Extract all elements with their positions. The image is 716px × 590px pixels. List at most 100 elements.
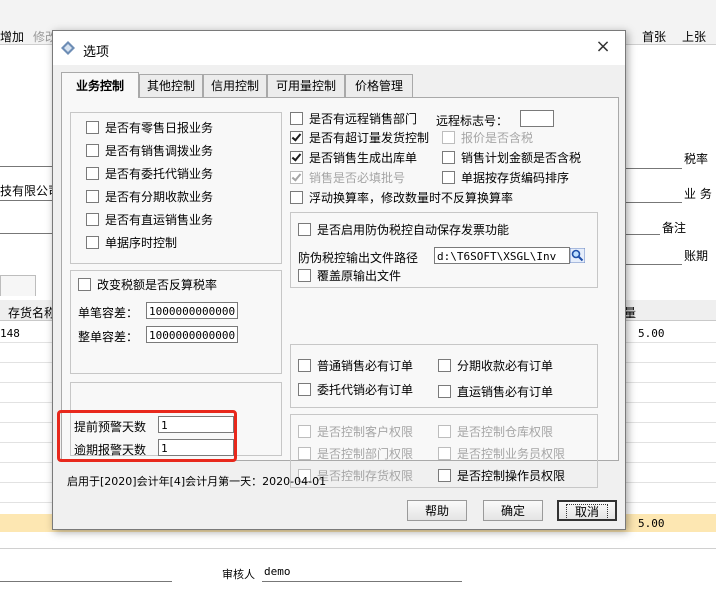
grid-row1-qty: 5.00	[638, 327, 665, 340]
toolbar-first[interactable]: 首张	[642, 28, 666, 45]
sort-by-code-checkbox[interactable]: 单据按存货编码排序	[442, 171, 569, 185]
remark-label: 备注	[662, 221, 687, 235]
close-button[interactable]: ×	[593, 37, 613, 57]
operator-permission-checkbox[interactable]: 是否控制操作员权限	[438, 469, 565, 483]
checkbox-label: 是否控制业务员权限	[457, 447, 566, 461]
gen-outbound-checkbox[interactable]: 是否销售生成出库单	[290, 151, 417, 165]
checkbox-box[interactable]	[290, 171, 303, 184]
direct-shipping-checkbox[interactable]: 是否有直运销售业务	[86, 213, 213, 227]
checkbox-box[interactable]	[86, 121, 99, 134]
direct-order-required-checkbox[interactable]: 直运销售必有订单	[438, 385, 553, 399]
installment-order-required-checkbox[interactable]: 分期收款必有订单	[438, 359, 553, 373]
doc-sequence-checkbox[interactable]: 单据序时控制	[86, 236, 177, 250]
export-path-label: 防伪税控输出文件路径	[298, 251, 419, 265]
checkbox-box[interactable]	[438, 359, 451, 372]
checkbox-box[interactable]	[290, 151, 303, 164]
checkbox-label: 直运销售必有订单	[457, 385, 554, 399]
plan-amount-tax-checkbox[interactable]: 销售计划金额是否含税	[442, 151, 581, 165]
checkbox-label: 是否控制操作员权限	[457, 469, 566, 483]
checkbox-box[interactable]	[442, 151, 455, 164]
checkbox-label: 是否有分期收款业务	[105, 190, 214, 204]
sales-transfer-checkbox[interactable]: 是否有销售调拨业务	[86, 144, 213, 158]
salesperson-permission-checkbox[interactable]: 是否控制业务员权限	[438, 447, 565, 461]
checkbox-label: 是否有零售日报业务	[105, 121, 214, 135]
checkbox-box[interactable]	[298, 447, 311, 460]
dialog-titlebar[interactable]: 选项 ×	[53, 31, 625, 65]
checkbox-label: 销售是否必填批号	[309, 171, 406, 185]
grid-tab[interactable]	[0, 275, 36, 296]
change-tax-recalc-checkbox[interactable]: 改变税额是否反算税率	[78, 278, 217, 292]
ok-button[interactable]: 确定	[483, 500, 543, 521]
checkbox-box[interactable]	[290, 131, 303, 144]
export-path-input[interactable]: d:\T6SOFT\XSGL\Inv	[434, 247, 570, 264]
normal-order-required-checkbox[interactable]: 普通销售必有订单	[298, 359, 413, 373]
checkbox-box[interactable]	[290, 112, 303, 125]
remote-dept-checkbox[interactable]: 是否有远程销售部门	[290, 112, 417, 126]
quote-tax-checkbox[interactable]: 报价是否含税	[442, 131, 533, 145]
checkbox-box[interactable]	[290, 191, 303, 204]
tab-other-control[interactable]: 其他控制	[139, 74, 203, 97]
checkbox-box[interactable]	[438, 425, 451, 438]
department-permission-checkbox[interactable]: 是否控制部门权限	[298, 447, 413, 461]
checkbox-label: 是否有销售调拨业务	[105, 144, 214, 158]
checkbox-box[interactable]	[298, 223, 311, 236]
checkbox-box[interactable]	[438, 447, 451, 460]
business-label: 业 务	[684, 187, 712, 201]
overwrite-output-checkbox[interactable]: 覆盖原输出文件	[298, 269, 401, 283]
float-conversion-checkbox[interactable]: 浮动换算率，修改数量时不反算换算率	[290, 191, 513, 205]
checkbox-label: 是否控制部门权限	[317, 447, 414, 461]
toolbar-add[interactable]: 增加	[0, 28, 24, 45]
checkbox-box[interactable]	[442, 131, 455, 144]
remote-flag-input[interactable]	[520, 110, 554, 127]
tab-price-management[interactable]: 价格管理	[345, 74, 413, 97]
tab-credit-control[interactable]: 信用控制	[203, 74, 267, 97]
checkbox-label: 普通销售必有订单	[317, 359, 414, 373]
checkbox-box[interactable]	[86, 236, 99, 249]
grid-bottom-border	[0, 548, 716, 549]
checkbox-label: 是否控制存货权限	[317, 469, 414, 483]
tab-business-control[interactable]: 业务控制	[61, 72, 139, 98]
checkbox-box[interactable]	[298, 269, 311, 282]
enable-date-text: 启用于[2020]会计年[4]会计月第一天：2020-04-01	[67, 475, 327, 488]
checkbox-box[interactable]	[86, 190, 99, 203]
toolbar-prev[interactable]: 上张	[682, 28, 706, 45]
total-tolerance-label: 整单容差：	[78, 330, 139, 344]
grid-row1-code: 148	[0, 327, 20, 340]
installment-checkbox[interactable]: 是否有分期收款业务	[86, 190, 213, 204]
search-icon[interactable]	[570, 248, 585, 263]
checkbox-box[interactable]	[442, 171, 455, 184]
checkbox-box[interactable]	[298, 359, 311, 372]
checkbox-label: 是否控制客户权限	[317, 425, 414, 439]
checkbox-box[interactable]	[86, 144, 99, 157]
checkbox-box[interactable]	[438, 385, 451, 398]
batch-required-checkbox[interactable]: 销售是否必填批号	[290, 171, 405, 185]
checkbox-box[interactable]	[86, 213, 99, 226]
highlight-box	[57, 410, 237, 462]
grid-total-qty: 5.00	[638, 517, 665, 530]
order-over-ship-checkbox[interactable]: 是否有超订量发货控制	[290, 131, 429, 145]
single-tolerance-input[interactable]: 1000000000000	[146, 302, 238, 319]
checkbox-label: 单据序时控制	[105, 236, 178, 250]
period-label: 账期	[684, 249, 709, 263]
field-underline	[0, 233, 52, 234]
checkbox-box[interactable]	[298, 383, 311, 396]
field-underline	[0, 166, 52, 167]
cancel-button[interactable]: 取消	[557, 500, 617, 521]
retail-daily-checkbox[interactable]: 是否有零售日报业务	[86, 121, 213, 135]
checkbox-box[interactable]	[86, 167, 99, 180]
checkbox-box[interactable]	[298, 425, 311, 438]
options-icon	[61, 41, 75, 55]
checkbox-box[interactable]	[78, 278, 91, 291]
customer-permission-checkbox[interactable]: 是否控制客户权限	[298, 425, 413, 439]
field-underline	[0, 581, 172, 582]
field-underline	[262, 581, 462, 582]
auto-save-invoice-checkbox[interactable]: 是否启用防伪税控自动保存发票功能	[298, 223, 509, 237]
tab-available-qty-control[interactable]: 可用量控制	[267, 74, 345, 97]
total-tolerance-input[interactable]: 1000000000000	[146, 326, 238, 343]
help-button[interactable]: 帮助	[407, 500, 467, 521]
consignment-checkbox[interactable]: 是否有委托代销业务	[86, 167, 213, 181]
consignment-order-required-checkbox[interactable]: 委托代销必有订单	[298, 383, 413, 397]
warehouse-permission-checkbox[interactable]: 是否控制仓库权限	[438, 425, 553, 439]
checkbox-label: 报价是否含税	[461, 131, 534, 145]
checkbox-box[interactable]	[438, 469, 451, 482]
